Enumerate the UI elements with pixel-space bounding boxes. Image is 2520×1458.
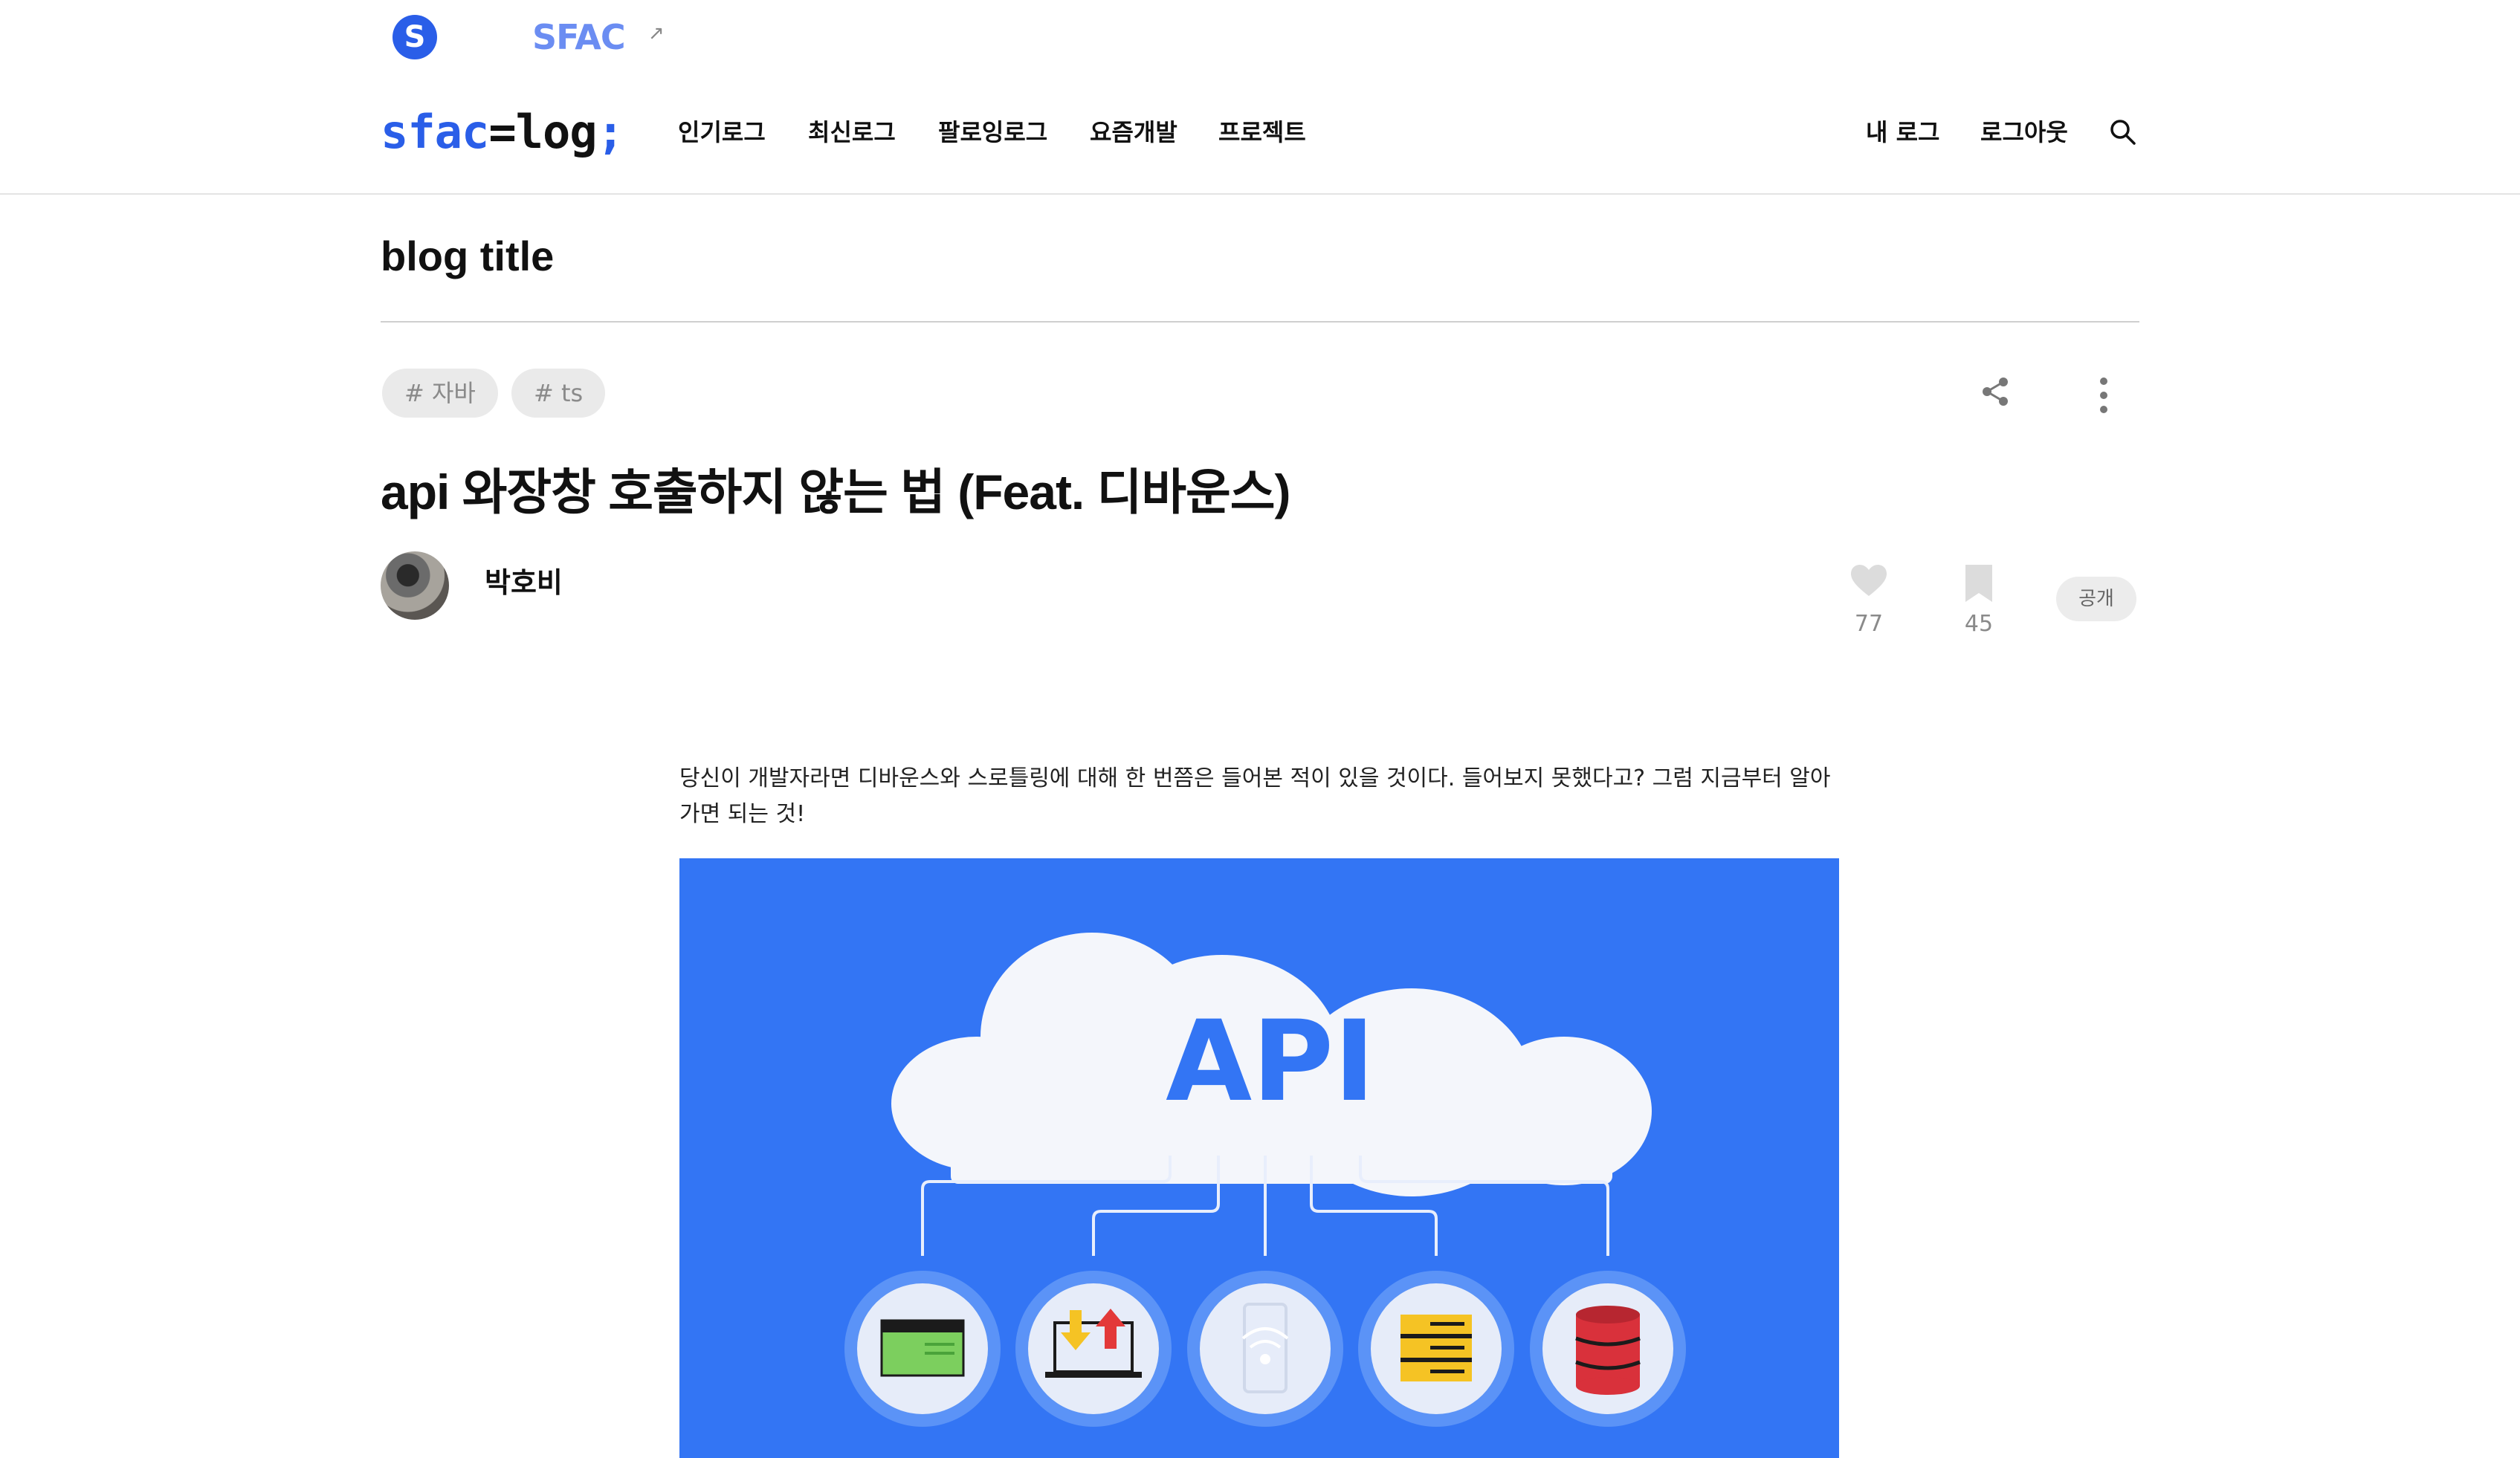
brand-semicolon: ; — [596, 105, 624, 159]
post-title: api 와장창 호출하지 않는 법 (Feat. 디바운스) — [381, 464, 1290, 519]
browser-window-icon — [880, 1319, 965, 1377]
my-log-link[interactable]: 내 로그 — [1866, 111, 1939, 153]
tag-ts[interactable]: # ts — [511, 369, 606, 418]
title-divider — [381, 321, 2139, 323]
post-intro-text: 당신이 개발자라면 디바운스와 스로틀링에 대해 한 번쯤은 들어본 적이 있을… — [679, 765, 1831, 827]
bookmark-count: 45 — [1964, 611, 1994, 637]
brand-sfac: sfac — [381, 105, 489, 159]
api-cloud-diagram: API — [679, 858, 1839, 1458]
logout-link[interactable]: 로그아웃 — [1980, 111, 2068, 153]
database-icon — [1575, 1306, 1641, 1395]
tag-java[interactable]: # 자바 — [382, 369, 498, 418]
nav-following-logs[interactable]: 팔로잉로그 — [938, 111, 1047, 153]
author-avatar[interactable] — [381, 551, 449, 620]
nav-projects[interactable]: 프로젝트 — [1218, 111, 1306, 153]
visibility-badge[interactable]: 공개 — [2056, 577, 2136, 621]
more-vertical-icon[interactable] — [2087, 375, 2120, 417]
like-count: 77 — [1854, 611, 1884, 637]
search-icon[interactable] — [2108, 117, 2138, 147]
site-header — [0, 0, 2520, 195]
blog-title: blog title — [381, 233, 555, 279]
s-logo-letter: S — [404, 20, 426, 54]
external-link-icon: ↗ — [648, 22, 665, 45]
sfac-logo[interactable]: SFAC — [532, 15, 626, 59]
nav-popular-logs[interactable]: 인기로그 — [678, 111, 766, 153]
server-stack-icon — [1400, 1315, 1472, 1381]
brand-log: =log — [488, 105, 597, 159]
nav-latest-logs[interactable]: 최신로그 — [808, 111, 896, 153]
api-illustration: API — [679, 858, 1839, 1458]
api-label: API — [1166, 997, 1375, 1127]
nav-recent-dev[interactable]: 요즘개발 — [1090, 111, 1177, 153]
sfac-log-brand[interactable]: sfac=log; — [381, 103, 624, 162]
share-icon[interactable] — [1979, 375, 2012, 408]
author-name[interactable]: 박호비 — [485, 560, 563, 605]
heart-icon[interactable] — [1851, 565, 1887, 597]
bookmark-icon[interactable] — [1965, 565, 1992, 602]
